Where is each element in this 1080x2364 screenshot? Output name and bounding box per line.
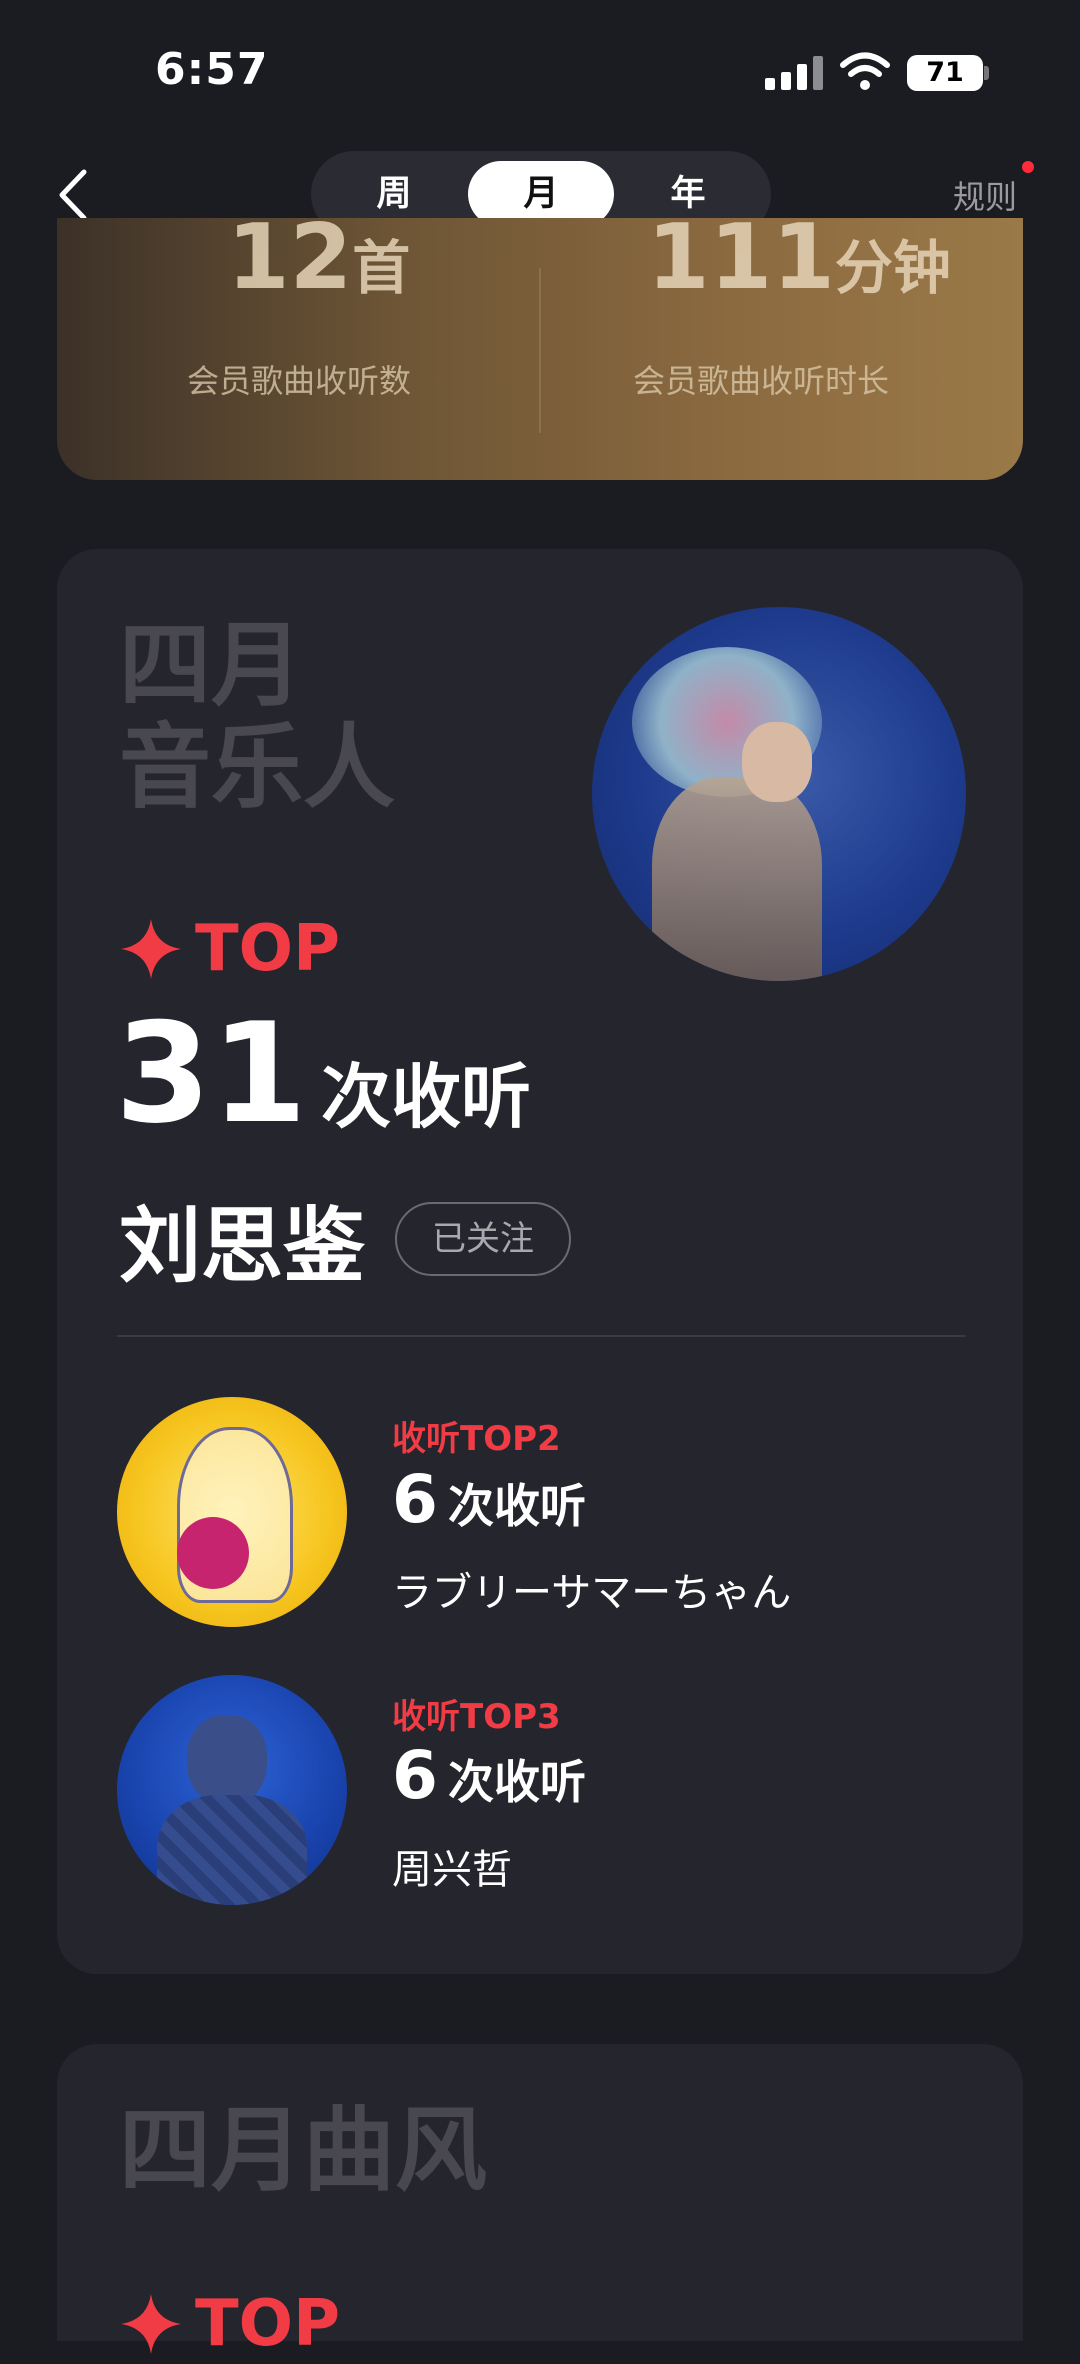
monthly-artist-card: 四月 音乐人 TOP 31 次收听 刘思鉴 已关注 收听TOP2 6 次收听 ラ… [57, 549, 1023, 1974]
sparkle-star-icon [121, 2294, 181, 2354]
stats-divider [539, 268, 541, 433]
runner-up-name[interactable]: 周兴哲 [392, 1837, 512, 1895]
runner-up-count: 6 次收听 [392, 1461, 586, 1538]
runner-up-name[interactable]: ラブリーサマーちゃん [392, 1560, 791, 1618]
notification-dot [1022, 161, 1034, 173]
member-stats-card: 12首 会员歌曲收听数 111分钟 会员歌曲收听时长 [57, 218, 1023, 480]
songs-count: 12首 [227, 218, 411, 310]
minutes-count-label: 会员歌曲收听时长 [633, 362, 890, 400]
rules-link[interactable]: 规则 [953, 172, 1017, 218]
rank-label: 收听TOP2 [392, 1419, 561, 1459]
card-title: 四月 音乐人 [119, 612, 396, 821]
battery-tip [984, 66, 989, 80]
wifi-icon [840, 52, 890, 90]
back-chevron-icon[interactable] [54, 168, 94, 222]
top-badge: TOP [119, 2284, 340, 2364]
artist-row: 刘思鉴 已关注 [119, 1179, 572, 1298]
follow-button[interactable]: 已关注 [395, 1201, 572, 1276]
top-artist-avatar[interactable] [592, 607, 966, 981]
sparkle-star-icon [121, 919, 181, 979]
genre-card-title: 四月曲风 [119, 2097, 488, 2204]
status-time: 6:57 [155, 44, 269, 95]
signal-icon [765, 56, 823, 90]
divider [117, 1335, 965, 1337]
top-badge: TOP [119, 909, 340, 989]
runner-up-avatar-2[interactable] [117, 1397, 347, 1627]
battery-icon: 71 [907, 55, 983, 91]
runner-up-count: 6 次收听 [392, 1737, 586, 1814]
rank-label: 收听TOP3 [392, 1697, 561, 1737]
songs-count-label: 会员歌曲收听数 [187, 362, 412, 400]
minutes-count: 111分钟 [647, 218, 951, 310]
runner-up-avatar-3[interactable] [117, 1675, 347, 1905]
artist-name[interactable]: 刘思鉴 [119, 1179, 365, 1298]
top-listen-count: 31 次收听 [115, 993, 532, 1154]
monthly-genre-card: 四月曲风 TOP [57, 2044, 1023, 2361]
